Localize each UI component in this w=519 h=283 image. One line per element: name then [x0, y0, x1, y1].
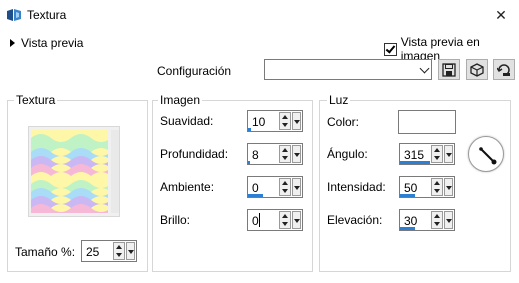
brillo-value: 0	[252, 214, 259, 228]
ambiente-spinner[interactable]: 0	[247, 176, 303, 198]
reset-button[interactable]	[493, 59, 515, 80]
texture-scrollbar[interactable]	[111, 130, 119, 213]
color-label: Color:	[327, 115, 360, 129]
suavidad-value: 10	[252, 115, 266, 129]
save-button[interactable]	[438, 59, 460, 80]
app-icon	[6, 8, 22, 22]
ambiente-dropdown[interactable]	[292, 178, 301, 196]
imagen-group-title: Imagen	[158, 93, 203, 107]
preview-toggle-label: Vista previa	[21, 36, 84, 50]
texture-selector[interactable]	[28, 126, 120, 217]
suavidad-spinner[interactable]: 10	[247, 110, 303, 132]
elevacion-spinner[interactable]: 30	[399, 209, 455, 231]
suavidad-level-bar	[248, 128, 251, 131]
intensidad-level-bar	[400, 194, 415, 197]
presets-button[interactable]	[466, 59, 488, 80]
intensidad-spinner[interactable]: 50	[399, 176, 455, 198]
size-label: Tamaño %:	[15, 245, 76, 259]
profundidad-spinner[interactable]: 8	[247, 143, 303, 165]
angulo-value: 315	[404, 148, 425, 162]
text-caret	[259, 213, 260, 227]
suavidad-label: Suavidad:	[160, 114, 214, 128]
size-stepper[interactable]	[113, 242, 125, 260]
profundidad-dropdown[interactable]	[292, 145, 301, 163]
elevacion-label: Elevación:	[327, 213, 383, 227]
elevacion-level-bar	[400, 227, 415, 230]
texture-thumbnail[interactable]	[31, 130, 108, 213]
checkbox-icon[interactable]	[384, 42, 397, 56]
close-icon[interactable]: ✕	[489, 5, 513, 25]
brillo-dropdown[interactable]	[292, 211, 301, 229]
profundidad-value: 8	[252, 148, 259, 162]
cube-icon	[470, 62, 484, 77]
elevacion-dropdown[interactable]	[444, 211, 453, 229]
profundidad-label: Profundidad:	[160, 147, 229, 161]
reset-icon	[497, 63, 510, 76]
brillo-stepper[interactable]	[279, 211, 291, 229]
angle-dial-icon[interactable]	[468, 136, 504, 172]
intensidad-dropdown[interactable]	[444, 178, 453, 196]
luz-group-title: Luz	[327, 93, 351, 107]
profundidad-stepper[interactable]	[279, 145, 291, 163]
color-swatch[interactable]	[398, 110, 456, 134]
suavidad-stepper[interactable]	[279, 112, 291, 130]
config-label: Configuración	[157, 64, 232, 78]
title-bar	[0, 0, 519, 30]
suavidad-dropdown[interactable]	[292, 112, 301, 130]
size-spinner[interactable]: 25	[81, 240, 137, 262]
ambiente-label: Ambiente:	[160, 180, 215, 194]
size-dropdown[interactable]	[126, 242, 135, 260]
brillo-spinner[interactable]: 0	[247, 209, 303, 231]
chevron-right-icon	[10, 39, 15, 47]
profundidad-level-bar	[248, 161, 250, 164]
config-select[interactable]	[264, 59, 432, 80]
brillo-label: Brillo:	[160, 213, 191, 227]
textura-group-title: Textura	[14, 93, 58, 107]
angulo-stepper[interactable]	[431, 145, 443, 163]
save-icon	[442, 62, 456, 77]
preview-toggle[interactable]: Vista previa	[10, 36, 83, 50]
angulo-label: Ángulo:	[327, 147, 368, 161]
intensidad-value: 50	[404, 181, 418, 195]
ambiente-level-bar	[248, 194, 263, 197]
size-value: 25	[86, 245, 100, 259]
angulo-level-bar	[400, 161, 430, 164]
angulo-spinner[interactable]: 315	[399, 143, 455, 165]
intensidad-label: Intensidad:	[327, 180, 386, 194]
elevacion-value: 30	[404, 214, 418, 228]
elevacion-stepper[interactable]	[431, 211, 443, 229]
intensidad-stepper[interactable]	[431, 178, 443, 196]
window-title: Textura	[27, 8, 67, 22]
angulo-dropdown[interactable]	[444, 145, 453, 163]
dropdown-arrow-icon	[419, 63, 430, 74]
ambiente-stepper[interactable]	[279, 178, 291, 196]
ambiente-value: 0	[252, 181, 259, 195]
